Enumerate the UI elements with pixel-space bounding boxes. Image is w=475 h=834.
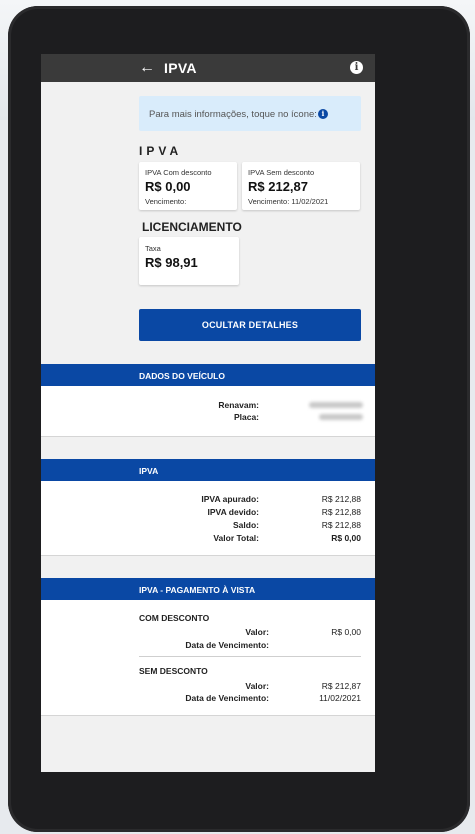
sem-desconto-data: 11/02/2021 — [319, 693, 361, 703]
section-header-label: IPVA - PAGAMENTO À VISTA — [139, 585, 256, 595]
com-desconto-valor: R$ 0,00 — [331, 627, 361, 637]
dados-veiculo-panel: Renavam: Placa: — [41, 386, 375, 437]
ipva-com-desconto-card: IPVA Com desconto R$ 0,00 Vencimento: — [139, 162, 237, 210]
card-label: Taxa — [145, 244, 161, 253]
com-desconto-valor-label: Valor: — [245, 627, 269, 637]
ipva-devido-value: R$ 212,88 — [321, 507, 361, 517]
placa-value-redacted — [319, 414, 363, 420]
valor-total-label: Valor Total: — [213, 533, 259, 543]
com-desconto-data-label: Data de Vencimento: — [185, 640, 269, 650]
card-label: IPVA Com desconto — [145, 168, 212, 177]
sem-desconto-valor-label: Valor: — [245, 681, 269, 691]
sem-desconto-data-label: Data de Vencimento: — [185, 693, 269, 703]
section-header-pagamento: IPVA - PAGAMENTO À VISTA — [41, 578, 375, 600]
ipva-apurado-value: R$ 212,88 — [321, 494, 361, 504]
app-bar: ← IPVA i — [41, 54, 375, 82]
card-label: IPVA Sem desconto — [248, 168, 315, 177]
ipva-section-title: IPVA — [139, 144, 183, 158]
page-title: IPVA — [164, 60, 197, 76]
arrow-left-icon[interactable]: ← — [139, 57, 155, 79]
valor-total-value: R$ 0,00 — [331, 533, 361, 543]
sem-desconto-title: SEM DESCONTO — [139, 666, 208, 676]
licenciamento-card: Taxa R$ 98,91 — [139, 237, 239, 285]
hide-details-button[interactable]: OCULTAR DETALHES — [139, 309, 361, 341]
card-due: Vencimento: — [145, 197, 187, 206]
divider — [139, 656, 361, 657]
card-value: R$ 212,87 — [248, 179, 308, 194]
saldo-label: Saldo: — [233, 520, 259, 530]
ipva-sem-desconto-card: IPVA Sem desconto R$ 212,87 Vencimento: … — [242, 162, 360, 210]
card-value: R$ 98,91 — [145, 255, 198, 270]
ipva-apurado-label: IPVA apurado: — [201, 494, 259, 504]
info-icon[interactable]: i — [318, 109, 328, 119]
card-value: R$ 0,00 — [145, 179, 191, 194]
renavam-label: Renavam: — [218, 400, 259, 410]
section-header-label: IPVA — [139, 466, 159, 476]
licenciamento-title: LICENCIAMENTO — [142, 220, 242, 234]
placa-label: Placa: — [233, 412, 259, 422]
ipva-devido-label: IPVA devido: — [207, 507, 259, 517]
pagamento-panel: COM DESCONTO Valor: R$ 0,00 Data de Venc… — [41, 600, 375, 716]
ipva-detail-panel: IPVA apurado: R$ 212,88 IPVA devido: R$ … — [41, 481, 375, 556]
com-desconto-title: COM DESCONTO — [139, 613, 210, 623]
saldo-value: R$ 212,88 — [321, 520, 361, 530]
sem-desconto-valor: R$ 212,87 — [321, 681, 361, 691]
app-screen: ← IPVA i Para mais informações, toque no… — [41, 54, 375, 772]
info-icon[interactable]: i — [350, 61, 363, 74]
info-banner: Para mais informações, toque no ícone: i — [139, 96, 361, 131]
phone-frame: ← IPVA i Para mais informações, toque no… — [8, 6, 470, 832]
section-header-ipva: IPVA — [41, 459, 375, 481]
section-header-dados-veiculo: DADOS DO VEÍCULO — [41, 364, 375, 386]
section-header-label: DADOS DO VEÍCULO — [139, 371, 225, 381]
info-banner-text: Para mais informações, toque no ícone: — [149, 109, 317, 120]
renavam-value-redacted — [309, 402, 363, 408]
card-due: Vencimento: 11/02/2021 — [248, 197, 329, 206]
